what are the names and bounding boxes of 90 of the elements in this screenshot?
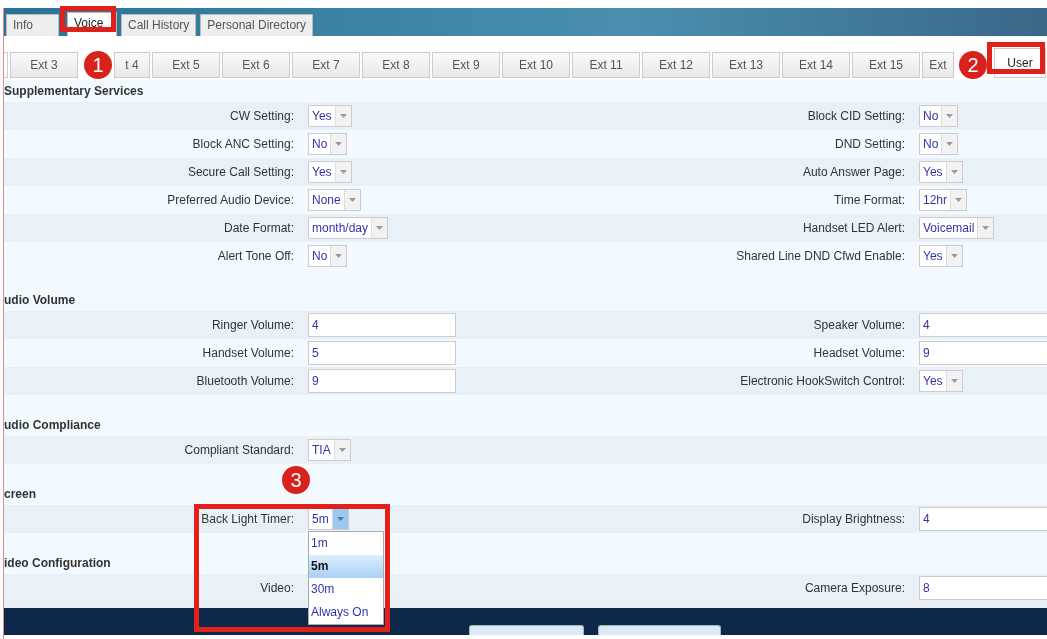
dropdown[interactable]: No [308, 245, 348, 267]
dropdown-arrow-icon [946, 114, 954, 118]
input-field[interactable]: 4 [919, 507, 1047, 531]
tab[interactable]: Ext 12 [642, 52, 710, 78]
section-title: udio Volume [4, 292, 76, 309]
dropdown-arrow-icon [950, 379, 958, 383]
field-label: DND Setting: [833, 136, 905, 153]
dropdown[interactable]: Yes [308, 161, 352, 183]
field-label: CW Setting: [228, 108, 294, 125]
tab[interactable]: Ext 9 [432, 52, 500, 78]
dropdown[interactable]: 5m [308, 508, 349, 530]
field-label: Handset Volume: [201, 345, 294, 362]
dropdown-arrow-icon [982, 226, 990, 230]
dropdown-arrow-icon [376, 226, 384, 230]
dropdown[interactable]: None [308, 189, 361, 211]
field-label: Headset Volume: [812, 345, 905, 362]
tab[interactable]: Ext 15 [852, 52, 920, 78]
field-label: Back Light Timer: [200, 511, 294, 528]
dropdown-arrow-icon [336, 517, 344, 521]
dropdown-arrow-icon [950, 254, 958, 258]
tab[interactable]: Info [6, 14, 59, 36]
tab[interactable]: Ext 3 [10, 52, 78, 78]
tab[interactable]: Call History [121, 14, 197, 36]
field-label: Handset LED Alert: [801, 220, 905, 237]
section-title: creen [4, 486, 37, 503]
field-label: Date Format: [222, 220, 294, 237]
tab[interactable]: Ext 11 [572, 52, 640, 78]
field-label: Time Format: [833, 192, 905, 209]
dropdown-arrow-icon [946, 142, 954, 146]
dropdown-option[interactable]: 5m [309, 555, 383, 578]
section-title: udio Compliance [4, 417, 101, 434]
field-label: Secure Call Setting: [186, 164, 294, 181]
dropdown-option[interactable]: 30m [309, 578, 383, 601]
field-label: Bluetooth Volume: [195, 373, 294, 390]
dropdown-arrow-icon [335, 142, 343, 146]
field-label: Block ANC Setting: [191, 136, 294, 153]
dropdown-arrow-icon [335, 254, 343, 258]
input-field[interactable]: 4 [919, 313, 1047, 337]
input-field[interactable]: 4 [308, 313, 456, 337]
highlight-frame [987, 42, 1045, 74]
tab[interactable]: Ext 13 [712, 52, 780, 78]
input-field[interactable]: 8 [919, 576, 1047, 600]
highlight-frame [60, 6, 116, 32]
dropdown-option[interactable]: Always On [309, 601, 383, 624]
dropdown-arrow-icon [339, 114, 347, 118]
section-title: ideo Configuration [4, 555, 111, 572]
dropdown[interactable]: month/day [308, 217, 389, 239]
input-field[interactable]: 5 [308, 341, 456, 365]
tab[interactable]: Ext 6 [222, 52, 290, 78]
field-label: Compliant Standard: [183, 442, 294, 459]
field-label: Alert Tone Off: [216, 248, 294, 265]
field-label: Auto Answer Page: [801, 164, 905, 181]
dropdown-arrow-icon [339, 170, 347, 174]
dropdown-arrow-icon [950, 170, 958, 174]
field-label: Camera Exposure: [803, 580, 905, 597]
dropdown-arrow-icon [338, 448, 346, 452]
dropdown[interactable]: No [308, 133, 348, 155]
dropdown[interactable]: No [919, 133, 959, 155]
field-label: Electronic HookSwitch Control: [739, 373, 905, 390]
input-field[interactable]: 9 [919, 341, 1047, 365]
dropdown[interactable]: Yes [308, 105, 352, 127]
tab[interactable]: Ext 8 [362, 52, 430, 78]
dropdown-option[interactable]: 1m [309, 532, 383, 555]
button[interactable] [598, 625, 721, 635]
dropdown[interactable]: 12hr [919, 189, 968, 211]
field-label: Preferred Audio Device: [166, 192, 294, 209]
button[interactable] [469, 625, 584, 635]
field-label: Block CID Setting: [806, 108, 905, 125]
input-field[interactable]: 9 [308, 369, 456, 393]
tab[interactable]: Ext 5 [152, 52, 220, 78]
dropdown[interactable]: TIA [308, 439, 351, 461]
tab[interactable]: Ext 10 [502, 52, 570, 78]
tab[interactable]: t 4 [114, 52, 150, 78]
dropdown-arrow-icon [955, 198, 963, 202]
dropdown[interactable]: Voicemail [919, 217, 995, 239]
tab[interactable]: Personal Directory [200, 14, 314, 36]
tab[interactable]: Ext 14 [782, 52, 850, 78]
dropdown-arrow-icon [348, 198, 356, 202]
section-title: Supplementary Services [4, 83, 144, 100]
field-label: Ringer Volume: [210, 317, 294, 334]
field-label: Display Brightness: [801, 511, 905, 528]
field-label: Shared Line DND Cfwd Enable: [735, 248, 905, 265]
tab[interactable]: Ext [922, 52, 954, 78]
tab[interactable]: Ext 7 [292, 52, 360, 78]
field-label: Video: [259, 580, 294, 597]
dropdown[interactable]: Yes [919, 245, 963, 267]
dropdown[interactable]: Yes [919, 370, 963, 392]
dropdown[interactable]: No [919, 105, 959, 127]
field-label: Speaker Volume: [812, 317, 905, 334]
dropdown[interactable]: Yes [919, 161, 963, 183]
